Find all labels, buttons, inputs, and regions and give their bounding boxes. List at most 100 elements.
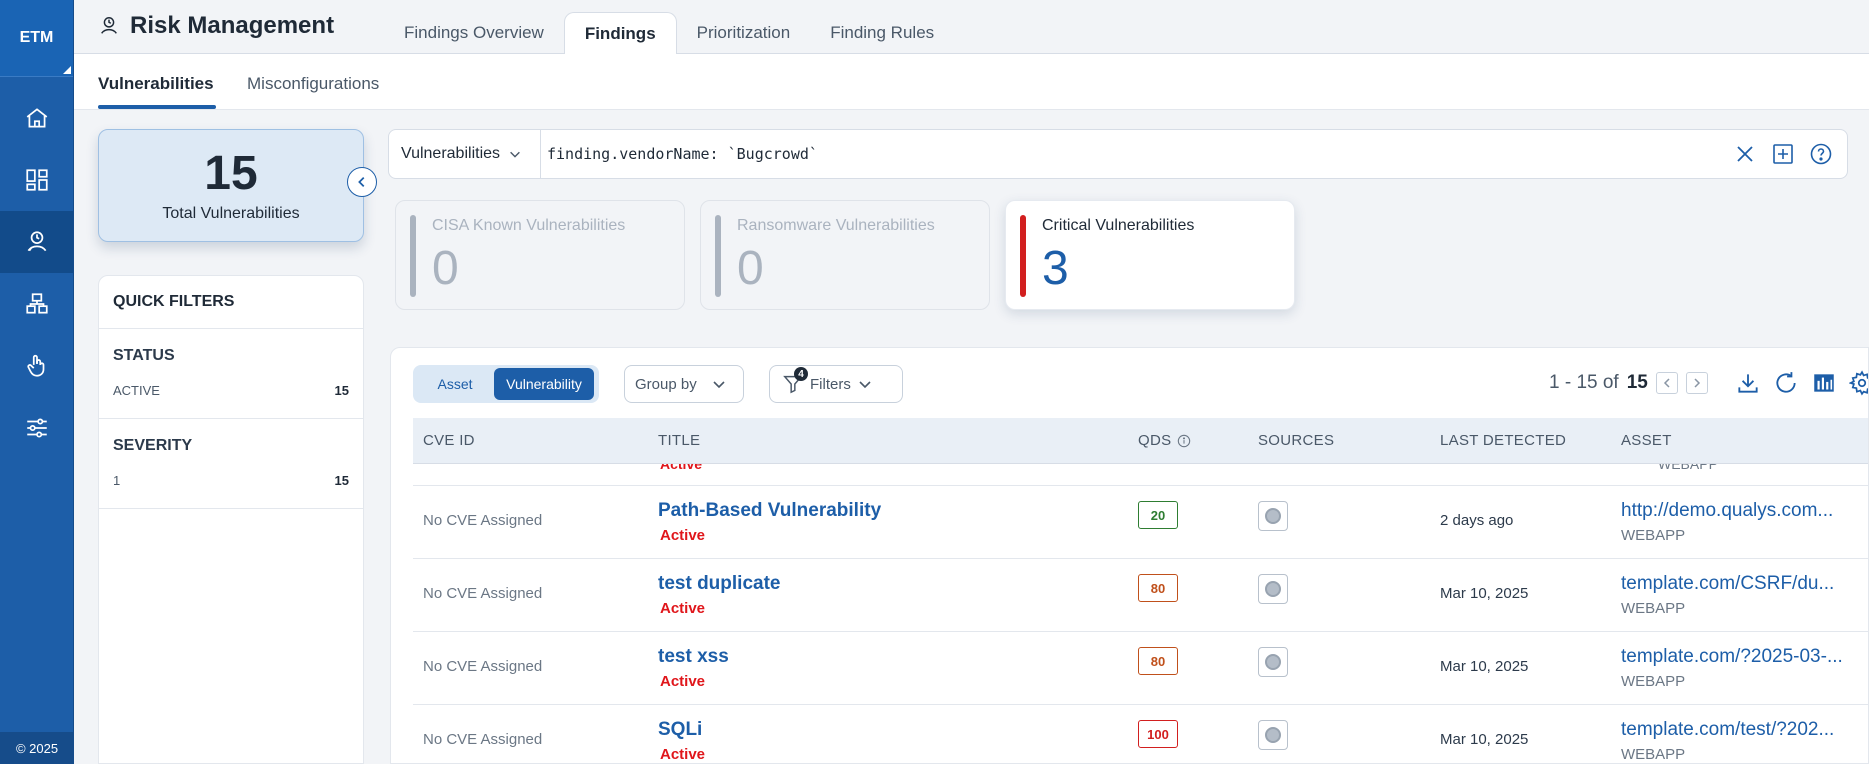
asset-link[interactable]: template.com/CSRF/du... <box>1621 573 1834 595</box>
query-actions <box>1733 142 1847 166</box>
quick-filters-panel: QUICK FILTERS STATUS ACTIVE 15 SEVERITY … <box>98 275 364 764</box>
source-icon[interactable] <box>1258 720 1288 750</box>
stat-card-cisa[interactable]: CISA Known Vulnerabilities 0 <box>395 200 685 310</box>
refresh-icon[interactable] <box>1773 370 1799 396</box>
quick-filters-title: QUICK FILTERS <box>99 276 363 329</box>
stat-card-ransomware[interactable]: Ransomware Vulnerabilities 0 <box>700 200 990 310</box>
view-toggle: Asset Vulnerability <box>413 365 599 403</box>
info-icon[interactable] <box>1177 434 1191 448</box>
stat-indicator <box>715 215 721 297</box>
subtab-misconfigurations[interactable]: Misconfigurations <box>247 74 379 94</box>
nav-assets[interactable] <box>0 273 73 335</box>
finding-title-link[interactable]: test duplicate <box>658 573 780 595</box>
add-query-icon[interactable] <box>1771 142 1795 166</box>
finding-title-link[interactable]: SQLi <box>658 719 702 741</box>
gear-icon[interactable] <box>1849 370 1869 396</box>
pager-range: 1 - 15 of <box>1549 372 1619 393</box>
tab-findings-overview[interactable]: Findings Overview <box>384 12 564 54</box>
finding-status: Active <box>660 464 703 472</box>
copyright: © 2025 <box>0 732 74 764</box>
nav-touch[interactable] <box>0 335 73 397</box>
asset-link[interactable]: http://demo.qualys.com... <box>1621 500 1833 522</box>
qds-badge: 100 <box>1138 720 1178 748</box>
column-cve-id[interactable]: CVE ID <box>423 432 475 449</box>
next-page-button[interactable] <box>1685 372 1708 394</box>
filter-option-severity-1[interactable]: 1 15 <box>113 473 349 488</box>
toggle-vulnerability[interactable]: Vulnerability <box>494 368 594 400</box>
chevron-down-icon <box>713 381 725 389</box>
table-body: Active WEBAPP No CVE Assigned Path-Based… <box>413 464 1868 763</box>
column-qds[interactable]: QDS <box>1138 432 1191 449</box>
qds-badge: 80 <box>1138 647 1178 675</box>
risk-management-icon <box>101 17 117 34</box>
column-last-detected[interactable]: LAST DETECTED <box>1440 432 1566 449</box>
toggle-asset[interactable]: Asset <box>416 368 494 400</box>
finding-status: Active <box>660 600 706 617</box>
search-type-dropdown[interactable]: Vulnerabilities <box>389 130 541 178</box>
cve-id: No CVE Assigned <box>423 658 543 675</box>
app-logo-text: ETM <box>19 29 54 46</box>
stat-value: 0 <box>432 242 459 295</box>
chevron-right-icon <box>1694 378 1700 388</box>
qds-badge: 80 <box>1138 574 1178 602</box>
risk-management-icon <box>27 231 46 252</box>
collapse-panel-button[interactable] <box>347 167 377 197</box>
tab-finding-rules[interactable]: Finding Rules <box>810 12 954 54</box>
asset-type: WEBAPP <box>1621 746 1686 763</box>
group-by-label: Group by <box>635 375 697 393</box>
total-vulnerabilities-card: 15 Total Vulnerabilities <box>98 129 364 242</box>
column-asset[interactable]: ASSET <box>1621 432 1672 449</box>
asset-link[interactable]: template.com/?2025-03-... <box>1621 646 1843 668</box>
column-sources[interactable]: SOURCES <box>1258 432 1334 449</box>
asset-type: WEBAPP <box>1621 527 1686 544</box>
asset-type: WEBAPP <box>1658 464 1718 472</box>
source-icon[interactable] <box>1258 647 1288 677</box>
source-icon[interactable] <box>1258 574 1288 604</box>
nav-settings[interactable] <box>0 397 73 459</box>
last-detected: 2 days ago <box>1440 512 1514 529</box>
filter-icon-wrap: 4 <box>782 367 808 395</box>
stat-indicator <box>1020 215 1026 297</box>
page-title: Risk Management <box>98 12 334 40</box>
tab-findings[interactable]: Findings <box>563 12 677 55</box>
nav-risk-management[interactable] <box>0 211 73 273</box>
stat-label: Critical Vulnerabilities <box>1042 217 1195 234</box>
table-row[interactable]: No CVE Assigned test xss Active 80 Mar 1… <box>413 632 1868 705</box>
chevron-down-icon <box>510 151 520 158</box>
chart-icon[interactable] <box>1811 370 1837 396</box>
download-icon[interactable] <box>1735 370 1761 396</box>
filter-option-active[interactable]: ACTIVE 15 <box>113 383 349 398</box>
group-by-dropdown[interactable]: Group by <box>624 365 744 403</box>
nav-home[interactable] <box>0 87 73 149</box>
stat-value: 0 <box>737 242 764 295</box>
finding-title-link[interactable]: Path-Based Vulnerability <box>658 500 881 522</box>
query-input[interactable]: finding.vendorName: `Bugcrowd` <box>541 145 1733 163</box>
asset-link[interactable]: template.com/test/?202... <box>1621 719 1834 741</box>
finding-title-link[interactable]: test xss <box>658 646 729 668</box>
filter-count-badge: 4 <box>794 367 808 381</box>
prev-page-button[interactable] <box>1655 372 1678 394</box>
filter-option-label: 1 <box>113 473 121 488</box>
tab-prioritization[interactable]: Prioritization <box>677 12 811 54</box>
nav-dashboard[interactable] <box>0 149 73 211</box>
column-title[interactable]: TITLE <box>658 432 700 449</box>
clear-icon[interactable] <box>1733 142 1757 166</box>
source-logo-icon <box>1265 727 1281 743</box>
table-row[interactable]: Active WEBAPP <box>413 464 1868 486</box>
help-icon[interactable] <box>1809 142 1833 166</box>
table-row[interactable]: No CVE Assigned Path-Based Vulnerability… <box>413 486 1868 559</box>
table-row[interactable]: No CVE Assigned SQLi Active 100 Mar 10, … <box>413 705 1868 763</box>
pagination: 1 - 15 of 15 <box>1549 372 1708 394</box>
asset-type: WEBAPP <box>1621 673 1686 690</box>
settings-sliders-icon <box>26 418 47 438</box>
table-header: CVE ID TITLE QDS SOURCES LAST DETECTED A… <box>413 418 1868 464</box>
filters-button[interactable]: 4 Filters <box>769 365 903 403</box>
app-logo[interactable]: ETM <box>0 0 73 76</box>
subtab-vulnerabilities[interactable]: Vulnerabilities <box>98 74 214 94</box>
table-row[interactable]: No CVE Assigned test duplicate Active 80… <box>413 559 1868 632</box>
column-qds-label: QDS <box>1138 432 1172 449</box>
source-icon[interactable] <box>1258 501 1288 531</box>
cve-id: No CVE Assigned <box>423 512 543 529</box>
results-panel: Asset Vulnerability Group by 4 Filters 1… <box>390 347 1869 764</box>
stat-card-critical[interactable]: Critical Vulnerabilities 3 <box>1005 200 1295 310</box>
